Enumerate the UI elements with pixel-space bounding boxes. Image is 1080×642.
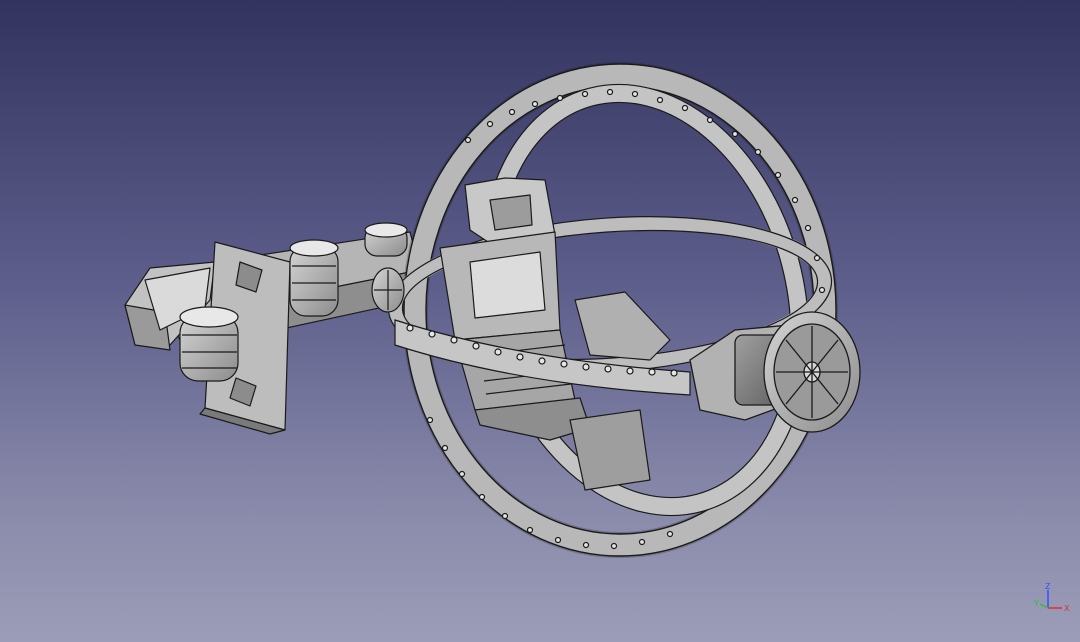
axis-z-label: Z — [1045, 582, 1051, 591]
axis-y-label: Y — [1034, 599, 1039, 608]
axis-x-label: X — [1064, 604, 1070, 613]
3d-model[interactable] — [0, 0, 1080, 642]
3d-viewport[interactable]: Z X Y — [0, 0, 1080, 642]
axis-triad-icon: Z X Y — [1034, 582, 1070, 613]
side-wheel-hub[interactable] — [689, 311, 861, 433]
left-ring-hub[interactable] — [371, 267, 405, 313]
mount-bracket[interactable] — [124, 231, 426, 435]
